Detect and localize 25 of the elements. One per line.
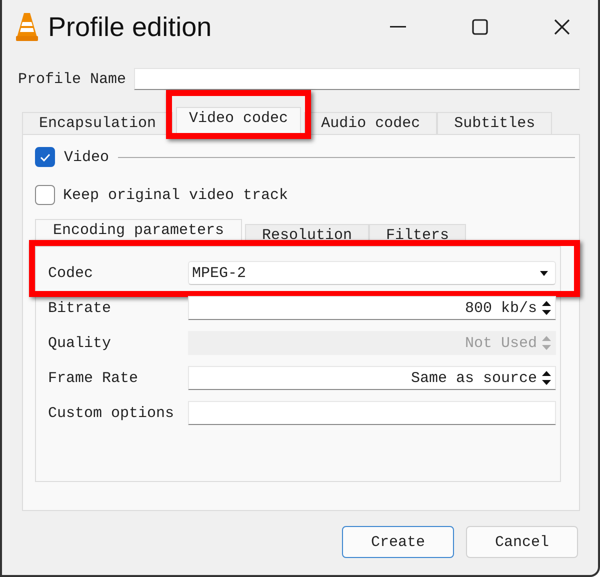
spin-box[interactable]: Same as source — [188, 366, 556, 390]
field-label: Codec — [48, 264, 94, 282]
group-label: Video — [64, 148, 110, 166]
minimize-icon[interactable] — [390, 26, 406, 28]
tab[interactable]: Video codec — [176, 107, 302, 134]
dialog-button[interactable]: Create — [342, 526, 454, 558]
profile-name-field[interactable] — [134, 68, 580, 90]
checkbox[interactable] — [35, 147, 55, 167]
maximize-icon[interactable] — [472, 19, 488, 35]
input-field[interactable] — [188, 401, 556, 425]
spin-box: Not Used — [188, 331, 556, 355]
spin-box[interactable]: 800 kb/s — [188, 296, 556, 320]
tab[interactable]: Subtitles — [437, 112, 552, 134]
window-title: Profile edition — [48, 12, 212, 42]
checkbox-label: Keep original video track — [63, 186, 288, 204]
dialog-button[interactable]: Cancel — [466, 526, 578, 558]
field-label: Frame Rate — [48, 370, 140, 386]
field-label: Custom options — [48, 404, 176, 422]
close-icon[interactable] — [554, 19, 570, 35]
checkbox[interactable] — [35, 185, 55, 205]
field-label: Quality — [48, 334, 112, 352]
traffic-cone-icon — [16, 13, 38, 41]
field-label: Profile Name — [18, 70, 126, 88]
field-label: Bitrate — [48, 300, 112, 316]
dropdown[interactable]: MPEG-2 — [188, 261, 556, 285]
